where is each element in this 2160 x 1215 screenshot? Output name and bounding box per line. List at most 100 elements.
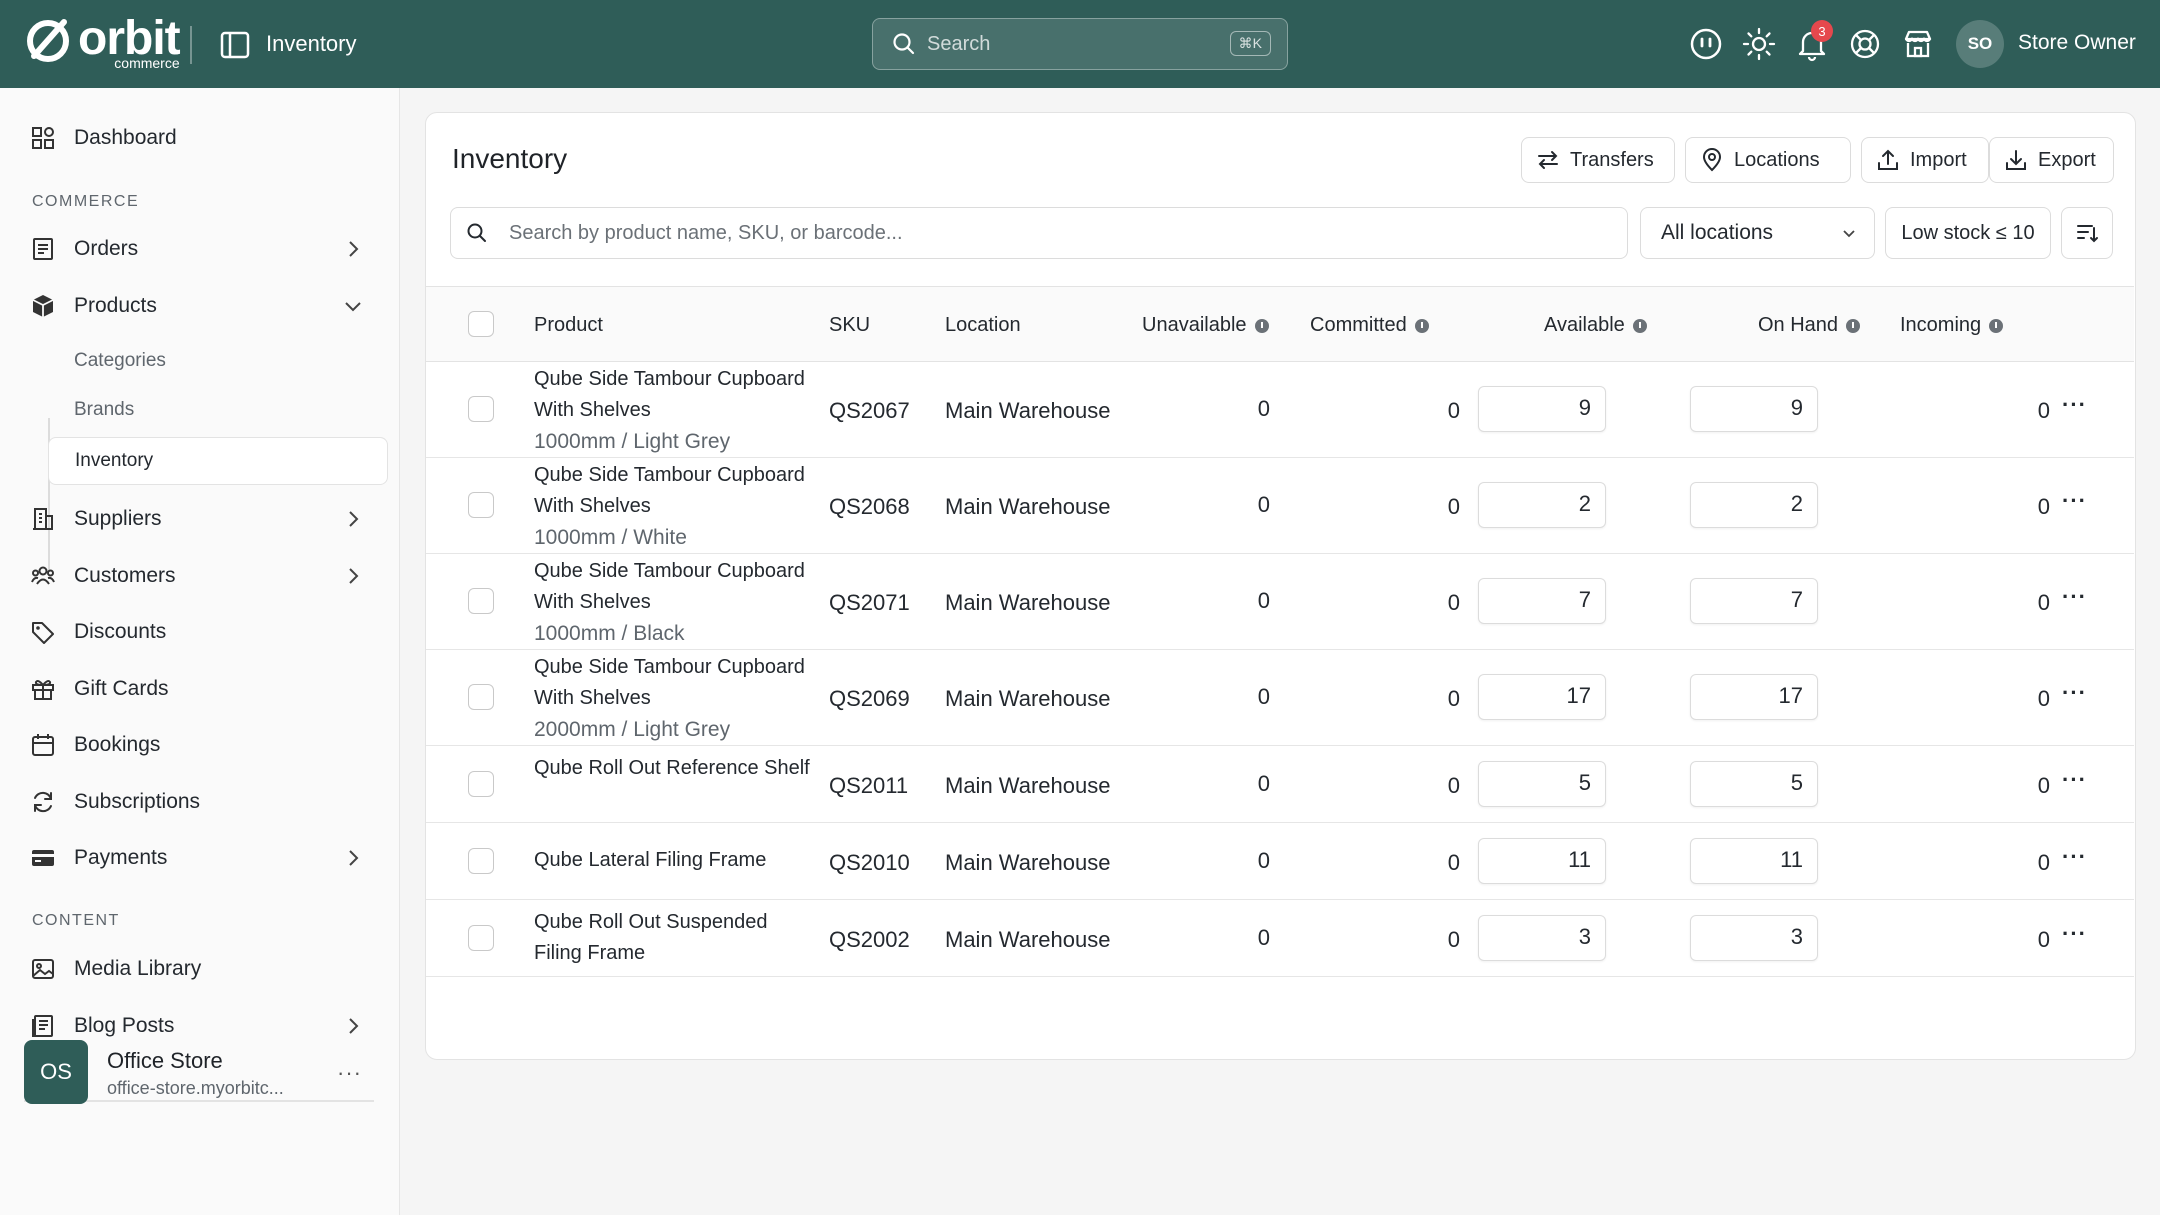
column-header-product[interactable]: Product [534, 314, 603, 337]
column-header-incoming[interactable]: Incoming [1900, 314, 2004, 337]
available-input[interactable]: 3 [1478, 915, 1606, 961]
locations-button[interactable]: Locations [1685, 137, 1851, 183]
user-name[interactable]: Store Owner [2018, 31, 2136, 55]
sidebar-item-gift-cards[interactable]: Gift Cards [16, 663, 386, 715]
on-hand-input[interactable]: 2 [1690, 482, 1818, 528]
info-icon[interactable] [1414, 318, 1429, 333]
location-select-value: All locations [1661, 221, 1774, 244]
sidebar-toggle-icon[interactable] [218, 28, 252, 62]
available-input[interactable]: 2 [1478, 482, 1606, 528]
unavailable-cell: 0 [1257, 925, 1270, 950]
sku-cell: QS2002 [829, 927, 910, 952]
row-more-icon[interactable]: ··· [2062, 392, 2087, 418]
column-header-available[interactable]: Available [1544, 314, 1647, 337]
search-icon [467, 223, 486, 242]
table-row[interactable]: Qube Roll Out Suspended Filing Frame QS2… [426, 900, 2134, 977]
store-switcher[interactable]: OS Office Store office-store.myorbitc...… [24, 1040, 374, 1110]
row-checkbox[interactable] [468, 771, 494, 797]
row-more-icon[interactable]: ··· [2062, 680, 2087, 706]
row-more-icon[interactable]: ··· [2062, 921, 2087, 947]
info-icon[interactable] [1846, 318, 1861, 333]
sidebar-item-brands[interactable]: Brands [48, 386, 388, 434]
row-more-icon[interactable]: ··· [2062, 488, 2087, 514]
sort-button[interactable] [2061, 207, 2113, 259]
unavailable-cell: 0 [1257, 396, 1270, 421]
product-name-cell: Qube Side Tambour Cupboard With Shelves 1… [534, 460, 814, 553]
product-search-input[interactable] [509, 221, 1609, 245]
sidebar-item-payments[interactable]: Payments [16, 832, 386, 884]
available-input[interactable]: 5 [1478, 761, 1606, 807]
button-label: Locations [1734, 148, 1820, 171]
sku-cell: QS2068 [829, 494, 910, 519]
sidebar-item-media-library[interactable]: Media Library [16, 943, 386, 995]
row-checkbox[interactable] [468, 492, 494, 518]
table-row[interactable]: Qube Side Tambour Cupboard With Shelves 2… [426, 650, 2134, 746]
map-pin-icon [1702, 148, 1722, 172]
topbar-divider [190, 26, 192, 64]
available-input[interactable]: 17 [1478, 674, 1606, 720]
table-row[interactable]: Qube Side Tambour Cupboard With Shelves 1… [426, 458, 2134, 554]
sidebar-item-bookings[interactable]: Bookings [16, 719, 386, 771]
on-hand-input[interactable]: 5 [1690, 761, 1818, 807]
on-hand-input[interactable]: 17 [1690, 674, 1818, 720]
table-row[interactable]: Qube Roll Out Reference Shelf QS2011 Mai… [426, 746, 2134, 823]
brand-logo[interactable]: orbit commerce [24, 14, 181, 70]
available-input[interactable]: 9 [1478, 386, 1606, 432]
sidebar-item-dashboard[interactable]: Dashboard [16, 112, 386, 164]
table-row[interactable]: Qube Side Tambour Cupboard With Shelves 1… [426, 554, 2134, 650]
row-more-icon[interactable]: ··· [2062, 584, 2087, 610]
sidebar-label: Brands [74, 399, 135, 420]
sidebar-item-subscriptions[interactable]: Subscriptions [16, 776, 386, 828]
info-icon[interactable] [1632, 318, 1647, 333]
theme-sun-icon[interactable] [1741, 26, 1777, 62]
table-row[interactable]: Qube Lateral Filing Frame QS2010 Main Wa… [426, 823, 2134, 900]
row-checkbox[interactable] [468, 848, 494, 874]
available-input[interactable]: 11 [1478, 838, 1606, 884]
user-avatar[interactable]: SO [1956, 20, 2004, 68]
row-more-icon[interactable]: ··· [2062, 844, 2087, 870]
row-more-icon[interactable]: ··· [2062, 767, 2087, 793]
storefront-icon[interactable] [1900, 26, 1936, 62]
available-input[interactable]: 7 [1478, 578, 1606, 624]
sidebar-item-suppliers[interactable]: Suppliers [16, 493, 386, 545]
location-select[interactable]: All locations [1640, 207, 1875, 259]
import-button[interactable]: Import [1861, 137, 1989, 183]
transfers-button[interactable]: Transfers [1521, 137, 1675, 183]
sidebar-item-categories[interactable]: Categories [48, 337, 388, 385]
column-header-location[interactable]: Location [945, 314, 1021, 337]
column-header-committed[interactable]: Committed [1310, 314, 1429, 337]
low-stock-filter[interactable]: Low stock ≤ 10 [1885, 207, 2051, 259]
row-checkbox[interactable] [468, 684, 494, 710]
row-checkbox[interactable] [468, 588, 494, 614]
gift-icon [32, 680, 54, 700]
global-search-input[interactable] [927, 32, 1207, 56]
on-hand-input[interactable]: 7 [1690, 578, 1818, 624]
on-hand-input[interactable]: 11 [1690, 838, 1818, 884]
info-icon[interactable] [1989, 318, 2004, 333]
sort-icon [2077, 225, 2098, 243]
top-bar: orbit commerce Inventory ⌘K 3 [0, 0, 2160, 88]
assistant-icon[interactable] [1688, 26, 1724, 62]
product-name-cell: Qube Side Tambour Cupboard With Shelves 1… [534, 364, 814, 457]
select-all-checkbox[interactable] [468, 311, 494, 337]
global-search[interactable]: ⌘K [872, 18, 1288, 70]
sidebar-item-products[interactable]: Products [16, 280, 386, 332]
export-button[interactable]: Export [1989, 137, 2114, 183]
sidebar-item-discounts[interactable]: Discounts [16, 606, 386, 658]
product-search[interactable] [450, 207, 1628, 259]
row-checkbox[interactable] [468, 396, 494, 422]
column-header-unavailable[interactable]: Unavailable [1142, 314, 1269, 337]
on-hand-input[interactable]: 9 [1690, 386, 1818, 432]
sidebar-item-orders[interactable]: Orders [16, 223, 386, 275]
row-checkbox[interactable] [468, 925, 494, 951]
on-hand-input[interactable]: 3 [1690, 915, 1818, 961]
table-row[interactable]: Qube Side Tambour Cupboard With Shelves 1… [426, 362, 2134, 458]
location-cell: Main Warehouse [945, 850, 1111, 875]
store-more-icon[interactable]: ··· [337, 1060, 362, 1086]
help-lifebuoy-icon[interactable] [1847, 26, 1883, 62]
sidebar-item-inventory[interactable]: Inventory [48, 437, 388, 485]
info-icon[interactable] [1254, 318, 1269, 333]
sidebar-item-customers[interactable]: Customers [16, 550, 386, 602]
column-header-on-hand[interactable]: On Hand [1758, 314, 1861, 337]
column-header-sku[interactable]: SKU [829, 314, 870, 337]
